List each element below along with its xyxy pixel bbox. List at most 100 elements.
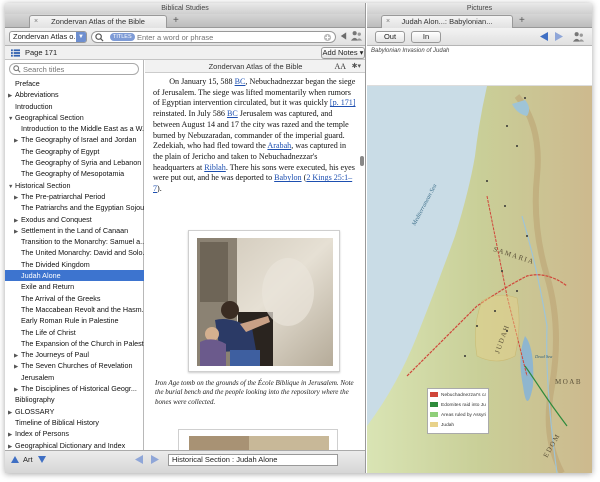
toc-item[interactable]: Introduction to the Middle East as a W..… xyxy=(5,123,144,134)
toc-item-label: Geographical Section xyxy=(15,112,84,122)
font-size-button[interactable]: AA xyxy=(334,60,346,73)
add-tab-icon[interactable]: + xyxy=(519,14,525,28)
toc-item[interactable]: The Geography of Mesopotamia xyxy=(5,168,144,179)
toc-item[interactable]: Exile and Return xyxy=(5,281,144,292)
toc-item[interactable]: ▼ Geographical Section xyxy=(5,112,144,123)
toc-item-label: The Divided Kingdom xyxy=(21,259,90,269)
left-bottom-bar: Art Historical Section : Judah Alone xyxy=(5,450,365,473)
toc-item[interactable]: Judah Alone xyxy=(5,270,144,282)
title-search-field[interactable] xyxy=(9,63,139,75)
toc-item-label: The United Monarchy: David and Solo... xyxy=(21,248,144,258)
toc-item[interactable]: Early Roman Rule in Palestine xyxy=(5,315,144,326)
toc-item[interactable]: ▶ Index of Persons xyxy=(5,428,144,439)
right-window-title: Pictures xyxy=(367,3,592,14)
link-page-171[interactable]: [p. 171] xyxy=(330,98,356,107)
toc-item[interactable]: Preface xyxy=(5,78,144,89)
toc-item[interactable]: Timeline of Biblical History xyxy=(5,417,144,428)
triangle-down-icon[interactable] xyxy=(38,456,46,463)
disclosure-right-icon[interactable]: ▶ xyxy=(14,216,21,225)
toc-item[interactable]: Bibliography xyxy=(5,394,144,405)
search-field[interactable]: TITLES xyxy=(91,31,336,43)
toc-item[interactable]: The Geography of Syria and Lebanon xyxy=(5,157,144,168)
toc-item[interactable]: ▶ Exodus and Conquest xyxy=(5,214,144,225)
disclosure-right-icon[interactable]: ▶ xyxy=(14,362,21,371)
link-arabah[interactable]: Arabah xyxy=(267,141,291,150)
disclosure-down-icon[interactable]: ▼ xyxy=(8,182,15,191)
prev-arrow-icon[interactable] xyxy=(540,32,548,41)
toc-item[interactable]: The Divided Kingdom xyxy=(5,259,144,270)
toc-item-label: Introduction to the Middle East as a W..… xyxy=(21,124,144,134)
plus-circle-icon[interactable] xyxy=(323,33,332,42)
link-babylon[interactable]: Babylon xyxy=(274,173,301,182)
toc-item[interactable]: The Geography of Egypt xyxy=(5,146,144,157)
tab-close-icon[interactable]: × xyxy=(34,16,38,28)
toc-sidebar: Preface▶AbbreviationsIntroduction▼Geogra… xyxy=(5,60,144,450)
left-window-title: Biblical Studies xyxy=(5,3,365,14)
search-input[interactable] xyxy=(137,32,327,42)
triangle-up-icon[interactable] xyxy=(11,456,19,463)
search-scope-badge[interactable]: TITLES xyxy=(110,33,135,41)
legend-swatch xyxy=(430,402,438,408)
tab-close-icon[interactable]: × xyxy=(386,16,390,28)
toc-item[interactable]: ▶ The Disciplines of Historical Geogr... xyxy=(5,383,144,394)
toc-item[interactable]: ▶ The Seven Churches of Revelation xyxy=(5,360,144,371)
legend-item: Areas ruled by Assyrians xyxy=(430,411,486,421)
toc-item[interactable]: Introduction xyxy=(5,101,144,112)
art-label[interactable]: Art xyxy=(23,455,33,464)
toc-item[interactable]: The Patriarchs and the Egyptian Sojourn xyxy=(5,202,144,213)
link-bc[interactable]: BC xyxy=(235,77,246,86)
next-image[interactable] xyxy=(178,429,338,450)
disclosure-right-icon[interactable]: ▶ xyxy=(14,193,21,202)
resource-select[interactable]: Zondervan Atlas o... ▼ xyxy=(9,31,87,43)
toc-item[interactable]: ▶ The Pre-patriarchal Period xyxy=(5,191,144,202)
toc-item[interactable]: ▶ Abbreviations xyxy=(5,89,144,100)
invasion-map[interactable]: Mediterranean Sea SAMARIA JUDAH MOAB EDO… xyxy=(367,86,592,473)
link-bc[interactable]: BC xyxy=(227,109,238,118)
toc-item[interactable]: ▶ The Geography of Israel and Jordan xyxy=(5,134,144,145)
toc-item[interactable]: The Life of Christ xyxy=(5,327,144,338)
legend-item: Judah xyxy=(430,421,486,431)
toc-item[interactable]: Transition to the Monarchy: Samuel a... xyxy=(5,236,144,247)
title-search-input[interactable] xyxy=(23,64,133,74)
toc-item[interactable]: The Maccabean Revolt and the Hasm... xyxy=(5,304,144,315)
next-arrow-icon[interactable] xyxy=(151,455,159,464)
toc-item-label: Judah Alone xyxy=(21,271,61,281)
disclosure-right-icon[interactable]: ▶ xyxy=(8,430,15,439)
toc-list: Preface ▶ Abbreviations Introduction ▼ Geogra… xyxy=(5,78,144,451)
tomb-photo[interactable] xyxy=(188,230,340,372)
list-icon[interactable] xyxy=(11,49,20,57)
toc-item[interactable]: ▼ Historical Section xyxy=(5,180,144,191)
toc-item-label: Introduction xyxy=(15,101,53,111)
toc-item[interactable]: The Expansion of the Church in Palest... xyxy=(5,338,144,349)
disclosure-right-icon[interactable]: ▶ xyxy=(14,351,21,360)
back-icon[interactable] xyxy=(339,31,348,41)
tab-zondervan-atlas[interactable]: × Zondervan Atlas of the Bible xyxy=(29,15,167,28)
prev-arrow-icon[interactable] xyxy=(135,455,143,464)
tab-judah-alone[interactable]: × Judah Alon...: Babylonian... xyxy=(381,15,513,28)
disclosure-right-icon[interactable]: ▶ xyxy=(14,385,21,394)
disclosure-right-icon[interactable]: ▶ xyxy=(14,227,21,236)
toc-item[interactable]: The United Monarchy: David and Solo... xyxy=(5,247,144,258)
disclosure-down-icon[interactable]: ▼ xyxy=(8,114,15,123)
content-title: Zondervan Atlas of the Bible xyxy=(208,62,303,71)
toc-item[interactable]: ▶ GLOSSARY xyxy=(5,406,144,417)
toc-item[interactable]: The Arrival of the Greeks xyxy=(5,293,144,304)
add-tab-icon[interactable]: + xyxy=(173,14,179,28)
disclosure-right-icon[interactable]: ▶ xyxy=(14,136,21,145)
toc-item[interactable]: ▶ Settlement in the Land of Canaan xyxy=(5,225,144,236)
people-icon[interactable] xyxy=(572,31,585,43)
disclosure-right-icon[interactable]: ▶ xyxy=(8,91,15,100)
toc-item-label: The Geography of Israel and Jordan xyxy=(21,135,137,145)
people-icon[interactable] xyxy=(350,30,363,42)
next-arrow-icon[interactable] xyxy=(555,32,563,41)
toc-item[interactable]: ▶ The Journeys of Paul xyxy=(5,349,144,360)
scrollbar-thumb[interactable] xyxy=(360,156,364,166)
zoom-in-button[interactable]: In xyxy=(411,31,441,43)
disclosure-right-icon[interactable]: ▶ xyxy=(8,408,15,417)
add-notes-button[interactable]: Add Notes ▾ xyxy=(321,47,365,59)
gear-icon[interactable]: ✱▾ xyxy=(352,60,361,73)
location-field[interactable]: Historical Section : Judah Alone xyxy=(168,454,338,466)
toc-item[interactable]: Jerusalem xyxy=(5,372,144,383)
link-riblah[interactable]: Riblah xyxy=(204,163,226,172)
zoom-out-button[interactable]: Out xyxy=(375,31,405,43)
